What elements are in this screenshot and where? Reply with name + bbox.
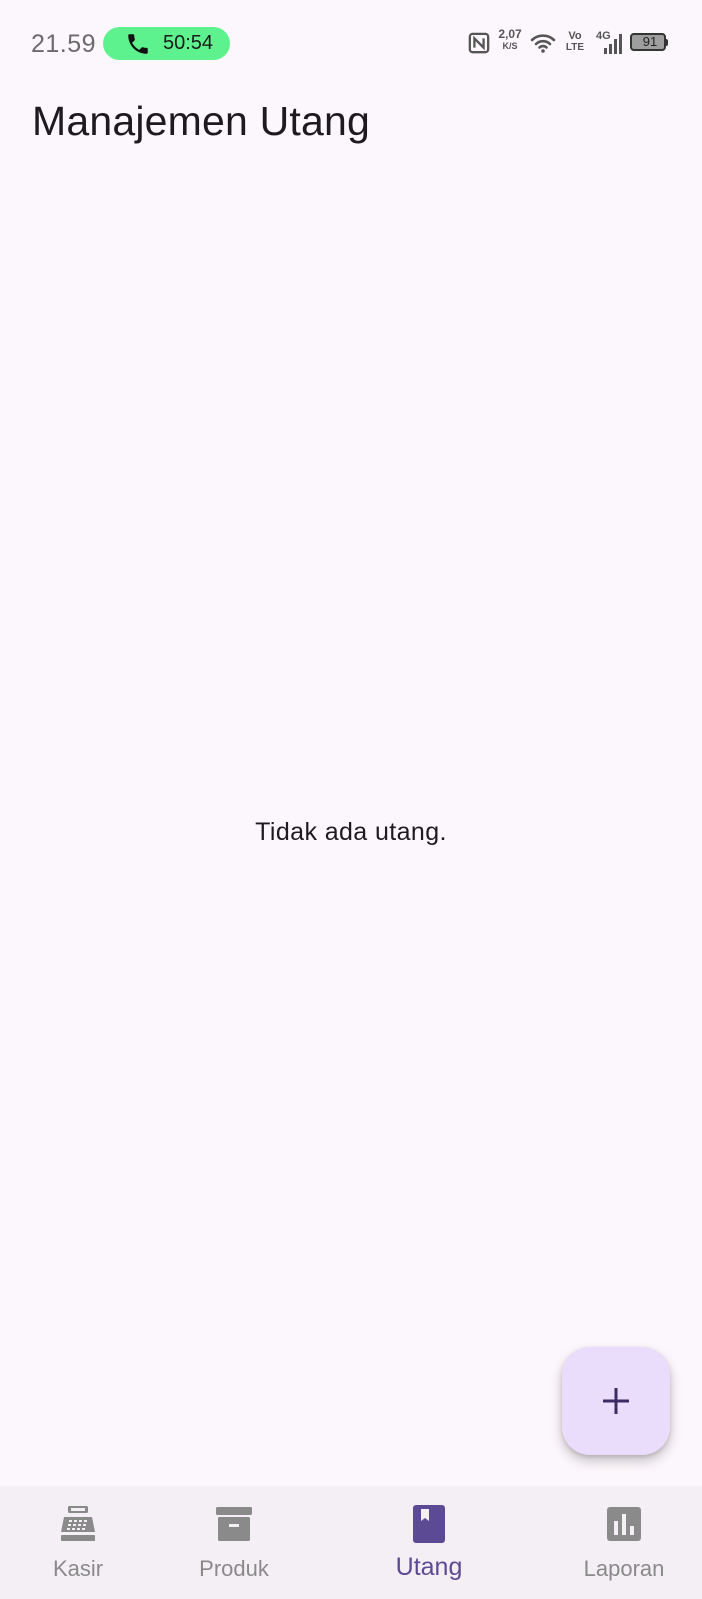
cash-register-icon xyxy=(61,1506,95,1541)
page-title: Manajemen Utang xyxy=(32,98,371,144)
nfc-icon xyxy=(468,32,490,54)
status-bar: 21.59 50:54 2,07 K/S Vo LTE 4G 91 xyxy=(0,0,702,88)
phone-icon xyxy=(128,34,148,54)
add-debt-button[interactable] xyxy=(562,1347,670,1455)
nav-label-laporan: Laporan xyxy=(583,1556,665,1581)
nav-label-utang: Utang xyxy=(395,1553,463,1581)
volte-indicator: Vo LTE xyxy=(564,30,586,54)
nav-item-produk[interactable]: Produk xyxy=(164,1486,304,1599)
cell-signal: 4G xyxy=(596,30,626,56)
wifi-icon xyxy=(530,34,556,53)
battery-level: 91 xyxy=(642,34,658,49)
nav-item-laporan[interactable]: Laporan xyxy=(554,1486,694,1599)
nav-item-kasir[interactable]: Kasir xyxy=(8,1486,148,1599)
network-speed-unit: K/S xyxy=(502,41,518,51)
status-time: 21.59 xyxy=(31,30,97,58)
network-speed: 2,07 K/S xyxy=(496,28,524,52)
bar-chart-icon xyxy=(607,1507,641,1541)
nav-label-produk: Produk xyxy=(199,1556,269,1581)
empty-state-message: Tidak ada utang. xyxy=(255,818,447,846)
archive-box-icon xyxy=(216,1507,252,1541)
signal-bars-icon xyxy=(604,34,622,54)
nav-item-utang[interactable]: Utang xyxy=(359,1486,499,1599)
book-icon xyxy=(413,1505,445,1543)
ongoing-call-chip[interactable]: 50:54 xyxy=(103,27,230,60)
call-timer: 50:54 xyxy=(163,32,214,54)
battery-icon: 91 xyxy=(630,33,666,51)
plus-icon xyxy=(603,1388,629,1414)
bottom-navigation: Kasir Produk Utang Laporan xyxy=(0,1486,702,1599)
volte-bottom-label: LTE xyxy=(565,42,585,53)
battery-cap xyxy=(665,39,668,46)
network-speed-value: 2,07 xyxy=(498,27,522,41)
nav-label-kasir: Kasir xyxy=(52,1556,104,1581)
volte-top-label: Vo xyxy=(568,30,582,42)
